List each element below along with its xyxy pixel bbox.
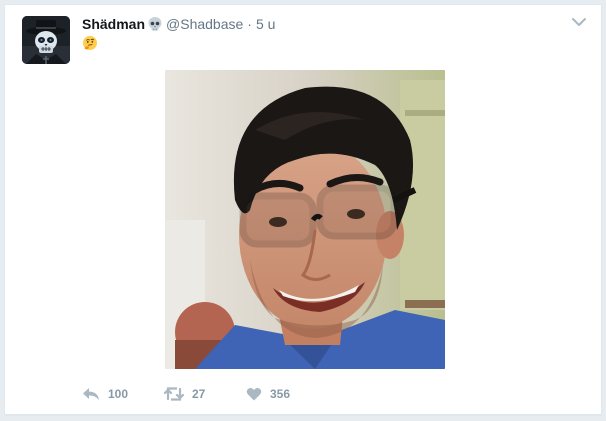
reply-count: 100 [108, 387, 129, 401]
reply-button[interactable]: 100 [82, 387, 164, 401]
like-button[interactable]: 356 [246, 387, 326, 401]
separator-dot: · [247, 16, 252, 32]
like-count: 356 [270, 387, 291, 401]
author-handle[interactable]: @Shadbase [166, 15, 243, 33]
divider [5, 415, 601, 416]
heart-icon [246, 387, 262, 401]
chevron-down-icon[interactable] [571, 15, 587, 29]
author-fullname[interactable]: Shädman [82, 15, 145, 33]
tweet-photo[interactable] [165, 70, 445, 369]
skull-icon [147, 16, 163, 32]
tweet-card[interactable]: Shädman @Shadbase · 5 u 100 27 356 [4, 4, 602, 416]
tweet-timestamp[interactable]: 5 u [256, 15, 275, 33]
retweet-button[interactable]: 27 [164, 387, 246, 401]
tweet-actions: 100 27 356 [82, 384, 326, 404]
tweet-header: Shädman @Shadbase · 5 u [82, 15, 275, 33]
retweet-icon [164, 387, 184, 401]
reply-icon [83, 388, 99, 400]
tweet-text [82, 33, 98, 51]
thinking-face-icon [82, 35, 98, 51]
retweet-count: 27 [192, 387, 206, 401]
avatar[interactable] [22, 16, 70, 64]
